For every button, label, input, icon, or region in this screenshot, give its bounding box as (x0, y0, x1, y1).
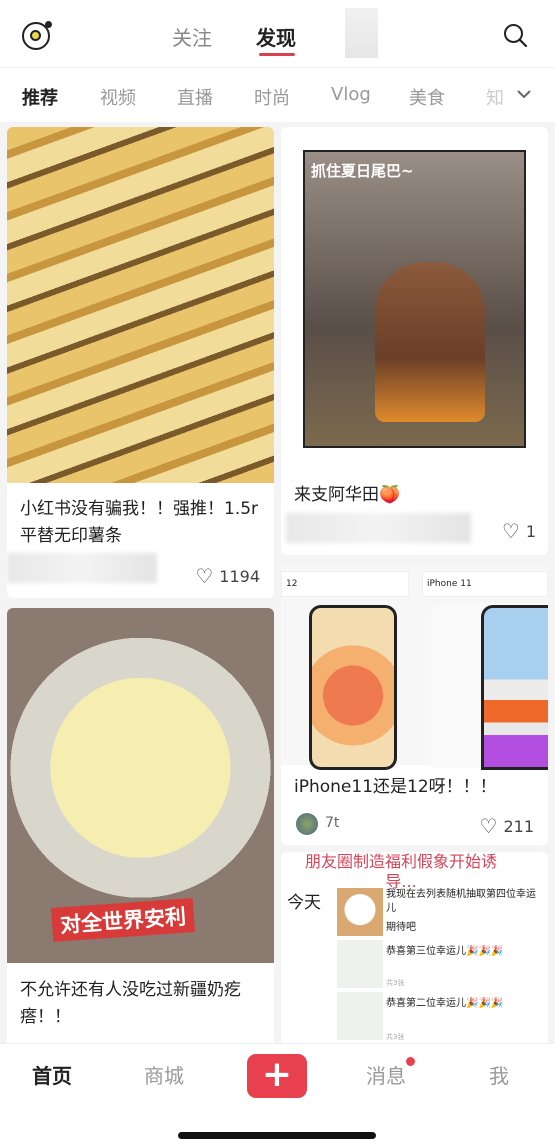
nav-home[interactable]: 首页 (32, 1060, 72, 1089)
note-image-fries (7, 127, 274, 483)
category-video[interactable]: 视频 (100, 84, 136, 110)
note-title: 小红书没有骗我！！强推！1.5r 平替无印薯条 (20, 499, 259, 546)
image-text: 今天 (287, 893, 321, 913)
category-recommend[interactable]: 推荐 (22, 84, 58, 110)
screenshot-thumbnail (337, 992, 383, 1040)
image-text: 恭喜第二位幸运儿🎉🎉🎉 (386, 998, 504, 1009)
bottom-nav: 首页 商城 + 消息 我 (0, 1043, 555, 1148)
image-caption: 抓住夏日尾巴~ (311, 162, 414, 180)
note-card[interactable]: 抓住夏日尾巴~ 来支阿华田🍑 ♡ 1 (281, 127, 548, 555)
note-image-iphones: 12 iPhone 11 (281, 565, 548, 770)
category-fashion[interactable]: 时尚 (254, 84, 290, 110)
note-image-icecream: 抓住夏日尾巴~ (303, 150, 526, 448)
note-title: 不允许还有人没吃过新疆奶疙瘩！！ (20, 980, 241, 1027)
image-text: 共3张 (386, 979, 405, 987)
blurred-author (286, 513, 471, 543)
author-name[interactable]: 7t (325, 815, 339, 831)
search-icon[interactable] (503, 23, 527, 47)
image-label: iPhone 11 (422, 571, 548, 597)
heart-icon: ♡ (195, 564, 214, 588)
like-count: 211 (503, 816, 534, 836)
heart-icon: ♡ (501, 519, 520, 543)
blurred-tab (345, 8, 378, 58)
category-bar: 推荐 视频 直播 时尚 Vlog 美食 知 (0, 68, 555, 122)
heart-icon: ♡ (479, 814, 498, 838)
screenshot-thumbnail (337, 940, 383, 988)
category-vlog[interactable]: Vlog (331, 84, 371, 105)
active-tab-indicator (259, 53, 295, 56)
category-live[interactable]: 直播 (177, 84, 213, 110)
chevron-down-icon[interactable] (516, 88, 532, 100)
note-title: 来支阿华田🍑 (294, 485, 401, 505)
like-button[interactable]: ♡ 1 (502, 519, 536, 543)
blurred-author (7, 553, 157, 583)
tab-follow[interactable]: 关注 (172, 22, 212, 51)
note-title: iPhone11还是12呀！！！ (294, 777, 497, 797)
image-text: 期待吧 (386, 922, 416, 933)
live-icon[interactable] (22, 21, 52, 50)
like-button[interactable]: ♡ 211 (480, 814, 534, 838)
image-text: 恭喜第三位幸运儿🎉🎉🎉 (386, 946, 504, 957)
top-bar: 关注 发现 (0, 0, 555, 68)
image-text: 共3张 (386, 1033, 405, 1041)
like-count: 1 (525, 521, 536, 541)
category-knowledge[interactable]: 知 (486, 84, 504, 110)
note-card[interactable]: 朋友圈制造福利假象开始诱导... 今天 我现在去列表随机抽取第四位幸运儿 期待吧… (281, 852, 548, 1048)
home-indicator[interactable] (178, 1132, 376, 1139)
notification-badge (406, 1057, 415, 1066)
image-title: 朋友圈制造福利假象开始诱导... (304, 852, 497, 891)
dog-thumbnail (337, 888, 383, 936)
image-text: 我现在去列表随机抽取第四位幸运儿 (386, 889, 536, 914)
icecream-shape (375, 262, 485, 422)
plus-icon[interactable]: + (247, 1054, 307, 1098)
note-card[interactable]: 对全世界安利 不允许还有人没吃过新疆奶疙瘩！！ (7, 608, 274, 1048)
like-count: 1194 (219, 566, 260, 586)
note-card[interactable]: 12 iPhone 11 iPhone11还是12呀！！！ 7t ♡ 211 (281, 565, 548, 845)
tab-discover[interactable]: 发现 (256, 22, 296, 51)
like-button[interactable]: ♡ 1194 (195, 564, 260, 588)
nav-messages[interactable]: 消息 (366, 1060, 406, 1089)
phone-12 (309, 605, 397, 770)
nav-mall[interactable]: 商城 (144, 1060, 184, 1089)
category-food[interactable]: 美食 (409, 84, 445, 110)
note-card[interactable]: 小红书没有骗我！！强推！1.5r 平替无印薯条 ♡ 1194 (7, 127, 274, 598)
nav-me[interactable]: 我 (489, 1060, 509, 1089)
phone-11 (481, 605, 548, 770)
avatar[interactable] (296, 813, 318, 835)
image-label: 12 (281, 571, 409, 597)
